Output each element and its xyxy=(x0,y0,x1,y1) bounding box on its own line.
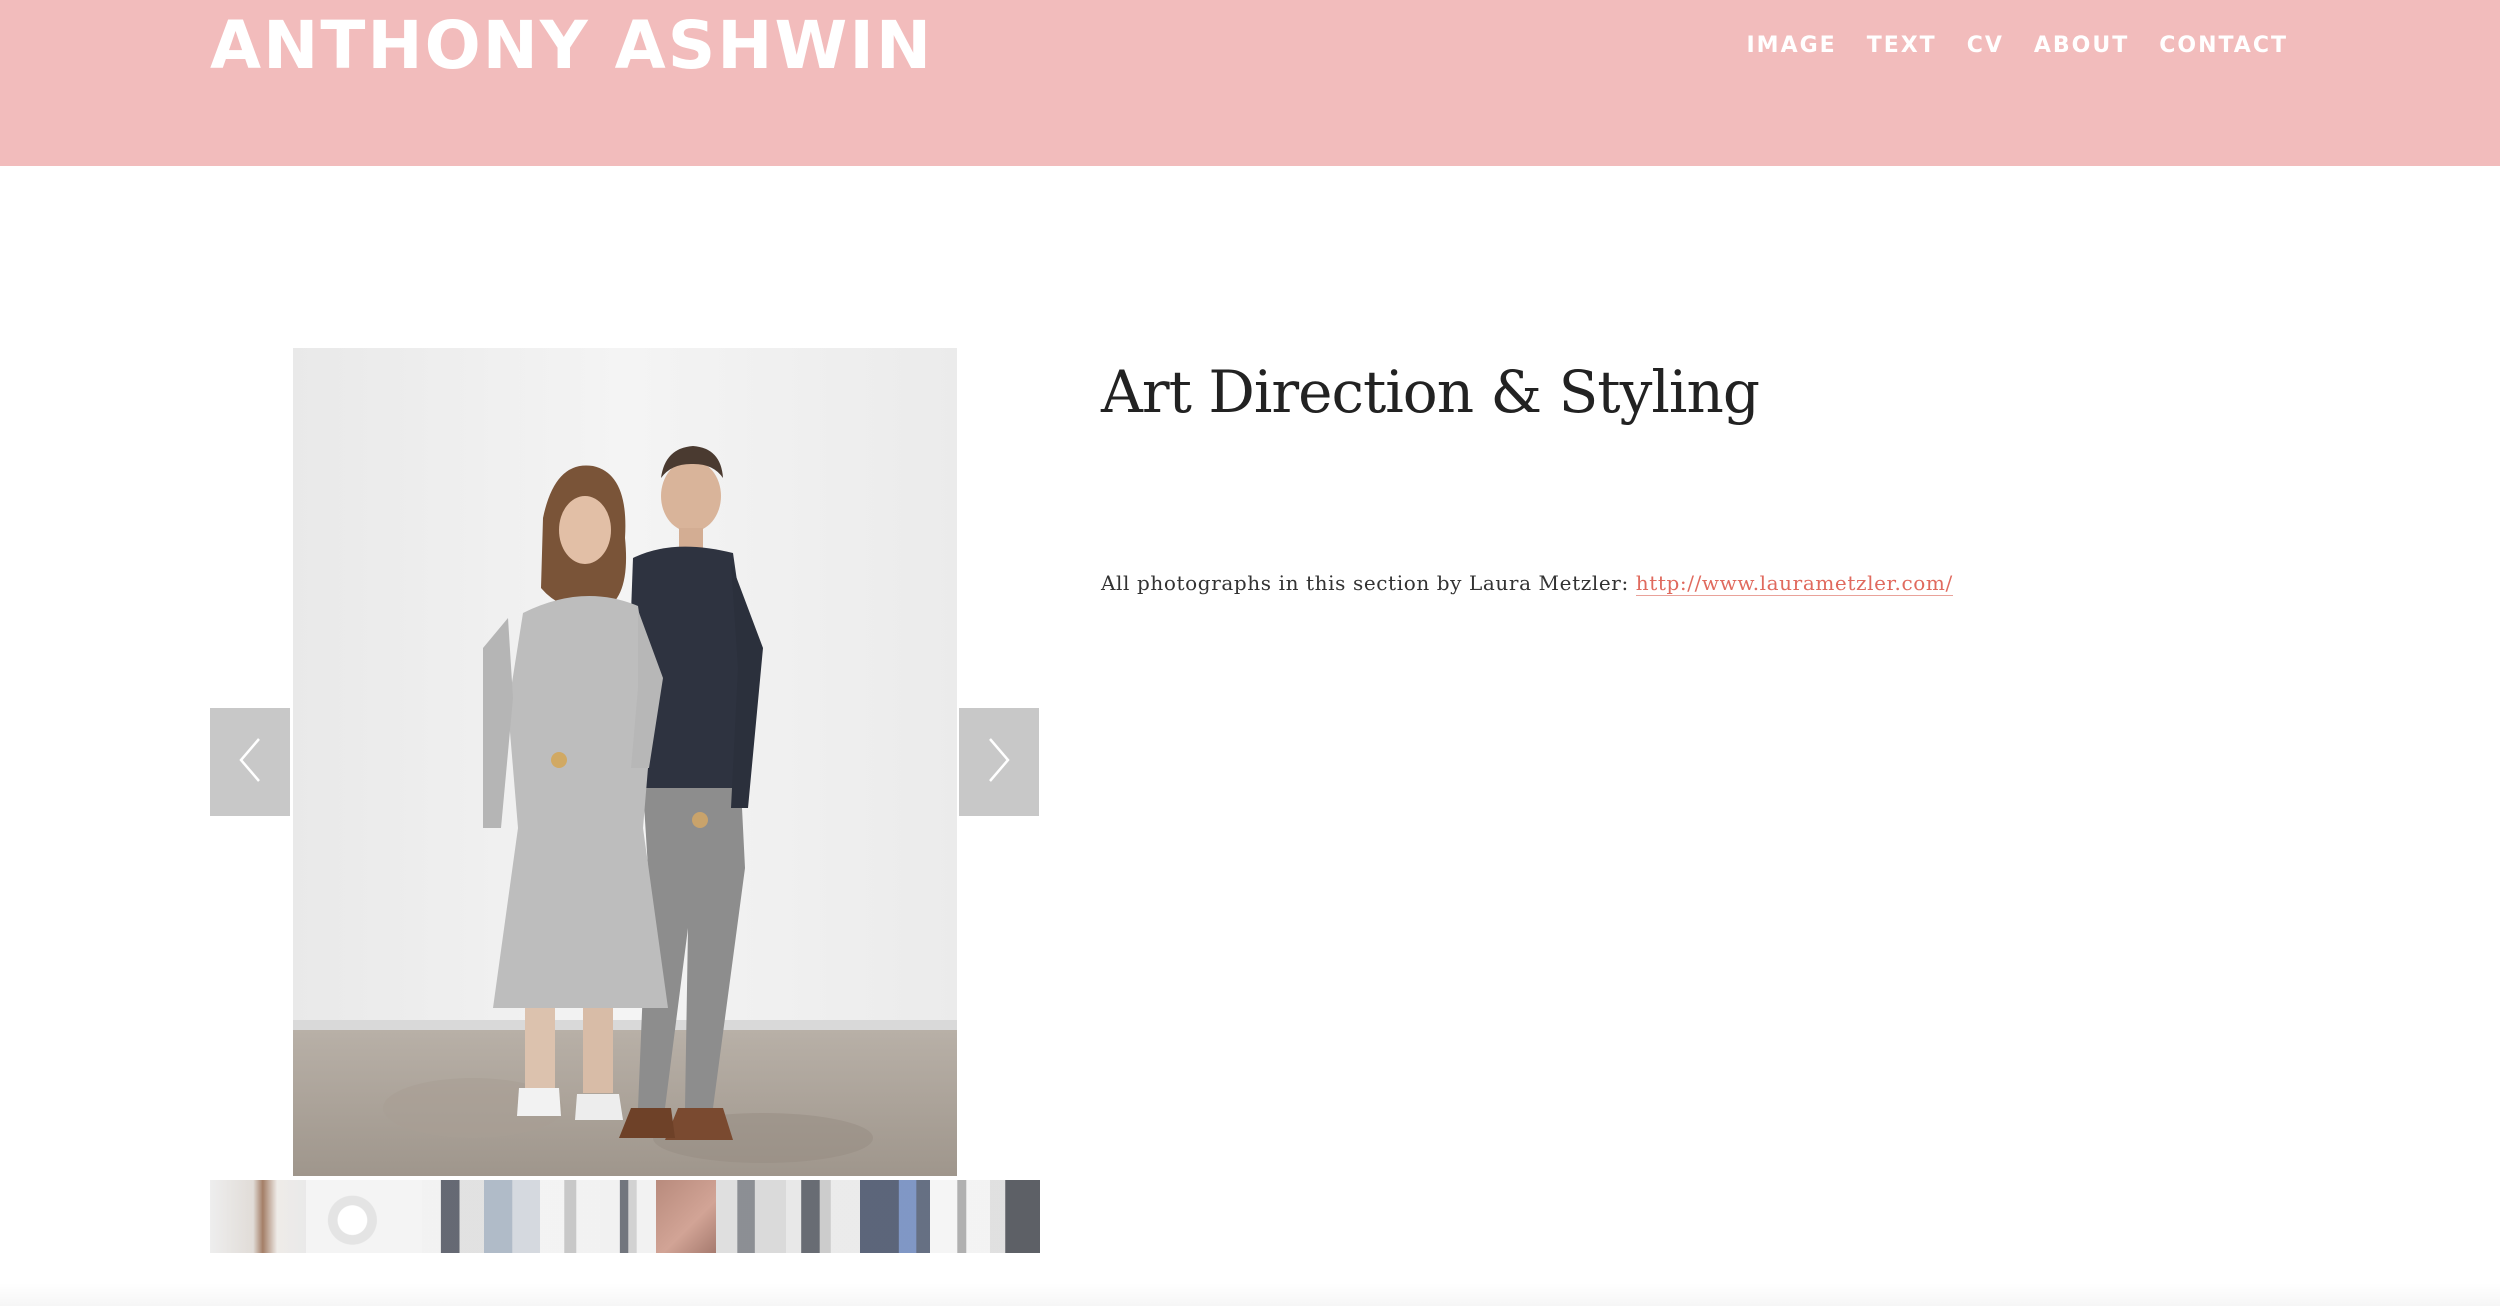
photo-credit-text: All photographs in this section by Laura… xyxy=(1101,571,1636,595)
nav-item-about[interactable]: ABOUT xyxy=(2034,30,2129,62)
nav-item-image[interactable]: IMAGE xyxy=(1746,30,1836,62)
gallery-thumbnail[interactable] xyxy=(930,1180,990,1253)
nav-item-cv[interactable]: CV xyxy=(1967,30,2004,62)
gallery-thumbnail[interactable] xyxy=(540,1180,600,1253)
gallery-thumbnail-strip xyxy=(210,1180,1040,1253)
main-nav: IMAGE TEXT CV ABOUT CONTACT xyxy=(1746,30,2288,62)
gallery-thumbnail[interactable] xyxy=(306,1180,422,1253)
photo-credit: All photographs in this section by Laura… xyxy=(1101,568,1953,598)
gallery-thumbnail[interactable] xyxy=(600,1180,656,1253)
chevron-left-icon xyxy=(235,735,265,790)
gallery-main-photo[interactable] xyxy=(293,348,957,1176)
gallery-thumbnail[interactable] xyxy=(656,1180,716,1253)
nav-item-text[interactable]: TEXT xyxy=(1867,30,1937,62)
site-title[interactable]: ANTHONY ASHWIN xyxy=(210,6,933,86)
gallery-thumbnail[interactable] xyxy=(484,1180,540,1253)
gallery-thumbnail[interactable] xyxy=(422,1180,484,1253)
chevron-right-icon xyxy=(984,735,1014,790)
footer-divider xyxy=(0,1283,2500,1306)
nav-item-contact[interactable]: CONTACT xyxy=(2159,30,2288,62)
gallery-thumbnail[interactable] xyxy=(786,1180,860,1253)
gallery-thumbnail[interactable] xyxy=(210,1180,306,1253)
gallery-thumbnail[interactable] xyxy=(716,1180,786,1253)
gallery-next-button[interactable] xyxy=(959,708,1039,816)
site-header: ANTHONY ASHWIN IMAGE TEXT CV ABOUT CONTA… xyxy=(0,0,2500,166)
gallery-prev-button[interactable] xyxy=(210,708,290,816)
photographer-link[interactable]: http://www.laurametzler.com/ xyxy=(1635,571,1953,596)
page-title: Art Direction & Styling xyxy=(1101,358,1760,426)
gallery-thumbnail[interactable] xyxy=(990,1180,1040,1253)
gallery-thumbnail[interactable] xyxy=(860,1180,930,1253)
